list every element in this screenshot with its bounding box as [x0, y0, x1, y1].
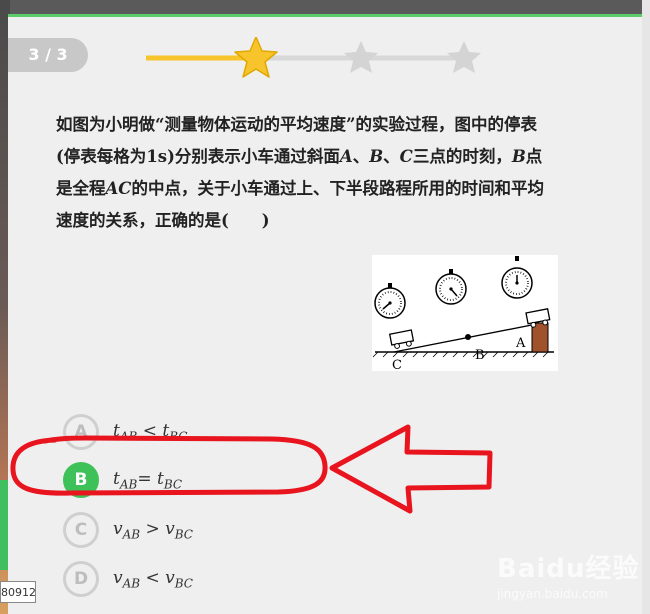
option-b[interactable]: B tAB= tBC [63, 459, 283, 499]
quiz-card: 3 / 3 如图为小明做“测量物体运动的平均速度”的实验过程，图中的停表 (停表… [8, 14, 642, 614]
option-expression: vAB < vBC [113, 568, 193, 591]
unit: 1s [146, 147, 168, 166]
question-line: 速度的关系，正确的是( ) [56, 211, 270, 230]
label-c: C [392, 358, 402, 371]
progress-badge: 3 / 3 [8, 38, 88, 72]
star-icon-inactive [447, 41, 481, 73]
option-d[interactable]: D vAB < vBC [63, 558, 283, 598]
label-b: B [475, 348, 485, 363]
option-a[interactable]: A tAB < tBC [63, 411, 283, 451]
question-text: 如图为小明做“测量物体运动的平均速度”的实验过程，图中的停表 (停表每格为1s)… [56, 109, 601, 237]
star-icon-active [234, 37, 278, 78]
stopwatch-a [501, 256, 533, 299]
background-green-bar [0, 480, 8, 570]
star-icon-inactive [344, 41, 378, 73]
watermark-url: jingyan.baidu.com [497, 587, 608, 601]
question-line: (停表每格为1s)分别表示小车通过斜面A、B、C三点的时刻，B点 [56, 147, 543, 166]
option-expression: tAB < tBC [113, 421, 188, 444]
stopwatch-b [435, 269, 467, 305]
experiment-figure: A B C [372, 255, 558, 371]
stopwatch-c [374, 283, 406, 319]
question-line: 如图为小明做“测量物体运动的平均速度”的实验过程，图中的停表 [56, 115, 537, 134]
id-stamp: 80912 [0, 581, 36, 603]
right-edge [642, 0, 650, 614]
watermark: Baidu经验 jingyan.baidu.com [497, 548, 639, 601]
question-line: 是全程AC的中点，关于小车通过上、下半段路程所用的时间和平均 [56, 179, 544, 198]
midpoint-b [465, 334, 471, 340]
option-letter-circle: C [63, 512, 99, 548]
option-expression: tAB= tBC [113, 469, 183, 492]
option-expression: vAB > vBC [113, 519, 193, 542]
label-a: A [515, 336, 526, 351]
option-letter-circle-selected: B [63, 462, 99, 498]
option-letter-circle: A [63, 414, 99, 450]
option-c[interactable]: C vAB > vBC [63, 509, 283, 549]
option-letter-circle: D [63, 561, 99, 597]
progress-track [146, 37, 481, 78]
watermark-brand: Baidu经验 [497, 554, 640, 584]
cart-bottom [388, 329, 415, 349]
